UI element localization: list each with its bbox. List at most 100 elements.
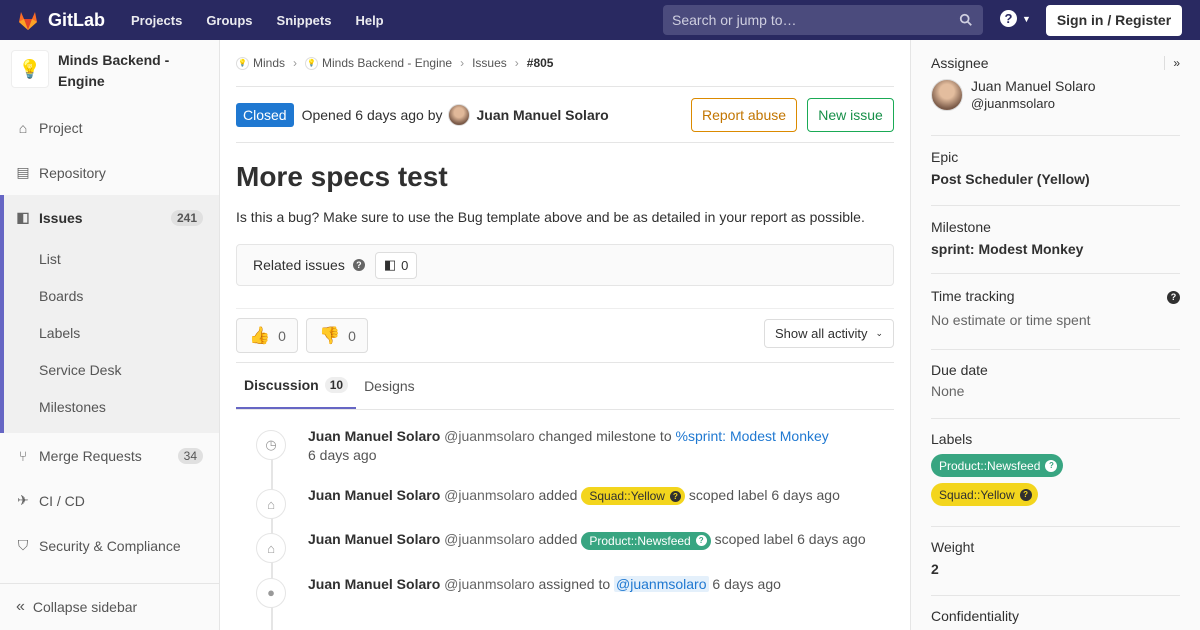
sidebar-subitem-boards[interactable]: Boards: [4, 277, 219, 314]
new-issue-button[interactable]: New issue: [807, 98, 894, 132]
assignee-title: Assignee: [931, 55, 989, 71]
project-name: Minds Backend - Engine: [58, 52, 170, 89]
note-author[interactable]: Juan Manuel Solaro: [308, 487, 440, 503]
label-product-newsfeed[interactable]: Product::Newsfeed?: [931, 454, 1064, 477]
epic-title: Epic: [931, 149, 959, 165]
assignee-block: Assignee » Juan Manuel Solaro @juanmsola…: [931, 40, 1180, 136]
system-note: ⌂ Juan Manuel Solaro @juanmsolaro added …: [256, 531, 894, 564]
thumbs-down-button[interactable]: 👎 0: [305, 318, 368, 353]
help-icon: ?: [1019, 488, 1032, 501]
help-icon[interactable]: ?: [352, 259, 365, 271]
report-abuse-button[interactable]: Report abuse: [691, 98, 797, 132]
breadcrumb-separator-icon: ›: [293, 56, 298, 70]
nav-link-projects[interactable]: Projects: [131, 13, 182, 28]
sidebar-item-ci-cd[interactable]: ✈ CI / CD: [0, 478, 219, 523]
sidebar-issues-section: ◧ Issues 241 List Boards Labels Service …: [0, 195, 219, 433]
sidebar-item-merge-requests[interactable]: ⑂ Merge Requests 34: [0, 433, 219, 478]
note-handle[interactable]: @juanmsolaro: [444, 531, 534, 547]
tag-icon: ⌂: [256, 533, 286, 564]
search-box[interactable]: [663, 5, 983, 35]
author-name[interactable]: Juan Manuel Solaro: [476, 107, 608, 123]
sign-in-button[interactable]: Sign in / Register: [1046, 5, 1182, 36]
nav-link-snippets[interactable]: Snippets: [277, 13, 332, 28]
discussion-count-badge: 10: [324, 377, 349, 393]
label-squad-yellow[interactable]: Squad::Yellow?: [931, 483, 1038, 506]
sidebar-item-label: Project: [39, 119, 83, 136]
merge-requests-count-badge: 34: [177, 447, 203, 464]
sidebar-subitem-labels[interactable]: Labels: [4, 314, 219, 351]
milestone-block: Milestone sprint: Modest Monkey: [931, 206, 1180, 274]
nav-link-groups[interactable]: Groups: [206, 13, 252, 28]
gitlab-tanuki-icon: [19, 12, 37, 30]
issue-description: Is this a bug? Make sure to use the Bug …: [236, 209, 865, 225]
help-icon: ?: [669, 490, 681, 502]
group-avatar: 💡: [236, 56, 249, 70]
issue-main-content: 💡 Minds › 💡 Minds Backend - Engine › Issue…: [236, 40, 894, 630]
milestone-title: Milestone: [931, 219, 991, 235]
help-icon: ?: [1045, 459, 1058, 472]
sidebar-item-project[interactable]: ⌂ Project: [0, 105, 219, 150]
confidentiality-block: Confidentiality: [931, 596, 1180, 624]
discussion-timeline: ◷ Juan Manuel Solaro @juanmsolaro change…: [236, 428, 894, 630]
epic-value[interactable]: Post Scheduler (Yellow): [931, 171, 1180, 187]
weight-value[interactable]: 2: [931, 561, 1180, 577]
thumbs-up-icon: 👍: [249, 325, 271, 345]
note-author[interactable]: Juan Manuel Solaro: [308, 531, 440, 547]
sidebar-item-security[interactable]: ⛉ Security & Compliance: [0, 523, 219, 568]
note-handle[interactable]: @juanmsolaro: [444, 576, 534, 592]
question-icon[interactable]: ?: [1167, 291, 1180, 304]
top-navbar: GitLab Projects Groups Snippets Help ? ▼…: [0, 0, 1200, 40]
related-issues-count-button[interactable]: ◧ 0: [374, 251, 418, 279]
tab-designs[interactable]: Designs: [356, 363, 423, 409]
sidebar-subitem-list[interactable]: List: [4, 240, 219, 277]
assignee-user[interactable]: Juan Manuel Solaro @juanmsolaro: [931, 77, 1180, 113]
weight-title: Weight: [931, 539, 975, 555]
label-product-newsfeed[interactable]: Product::Newsfeed?: [581, 531, 711, 550]
gitlab-logo[interactable]: GitLab: [16, 8, 105, 32]
sidebar-subitem-service-desk[interactable]: Service Desk: [4, 351, 219, 388]
breadcrumb-item-project[interactable]: 💡 Minds Backend - Engine: [305, 56, 452, 70]
project-header[interactable]: 💡 Minds Backend - Engine: [0, 40, 219, 105]
breadcrumb-item-current[interactable]: #805: [527, 56, 554, 70]
search-input[interactable]: [672, 12, 942, 28]
milestone-link[interactable]: %sprint: Modest Monkey: [676, 428, 829, 444]
sidebar-item-repository[interactable]: ▤ Repository: [0, 150, 219, 195]
home-icon: ⌂: [18, 119, 28, 136]
due-date-title: Due date: [931, 362, 988, 378]
help-icon: ?: [695, 535, 707, 547]
award-emoji-bar: 👍 0 👎 0 Show all activity ⌄: [236, 308, 894, 362]
sidebar-item-issues[interactable]: ◧ Issues 241: [4, 195, 219, 240]
nav-link-help[interactable]: Help: [355, 13, 383, 28]
time-tracking-value: No estimate or time spent: [931, 312, 1091, 328]
breadcrumb-item-minds[interactable]: 💡 Minds: [236, 56, 285, 70]
breadcrumb-item-issues[interactable]: Issues: [472, 56, 507, 70]
note-handle[interactable]: @juanmsolaro: [444, 428, 534, 444]
sidebar-item-label: Security & Compliance: [39, 537, 181, 554]
activity-filter-dropdown[interactable]: Show all activity ⌄: [763, 319, 894, 348]
opened-text: Opened 6 days ago by: [301, 106, 443, 123]
sidebar-item-label: Merge Requests: [39, 447, 142, 464]
related-issues-panel: Related issues ? ◧ 0: [236, 244, 894, 286]
tab-discussion[interactable]: Discussion 10: [236, 363, 357, 409]
help-dropdown[interactable]: ? ▼: [1000, 10, 1031, 27]
issues-icon: ◧: [383, 257, 397, 272]
author-avatar[interactable]: [448, 103, 471, 126]
label-squad-yellow[interactable]: Squad::Yellow?: [581, 487, 685, 506]
tag-icon: ⌂: [256, 489, 286, 519]
project-sidebar: 💡 Minds Backend - Engine ⌂ Project ▤ Rep…: [0, 40, 220, 630]
thumbs-up-button[interactable]: 👍 0: [236, 318, 298, 353]
note-author[interactable]: Juan Manuel Solaro: [308, 428, 440, 444]
note-handle[interactable]: @juanmsolaro: [444, 487, 534, 503]
collapse-sidebar-label: Collapse sidebar: [32, 599, 138, 615]
collapse-sidebar-button[interactable]: « Collapse sidebar: [0, 583, 219, 630]
book-icon: ▤: [16, 164, 30, 180]
brand-name: GitLab: [48, 9, 105, 30]
sidebar-item-label: Issues: [39, 209, 83, 226]
double-chevron-left-icon: «: [16, 598, 25, 615]
sidebar-subitem-milestones[interactable]: Milestones: [4, 388, 219, 425]
assignee-name: Juan Manuel Solaro: [971, 78, 1096, 94]
milestone-value[interactable]: sprint: Modest Monkey: [931, 241, 1180, 257]
user-mention[interactable]: @juanmsolaro: [614, 575, 709, 592]
note-author[interactable]: Juan Manuel Solaro: [308, 576, 440, 592]
collapse-right-sidebar-icon[interactable]: »: [1164, 56, 1180, 70]
